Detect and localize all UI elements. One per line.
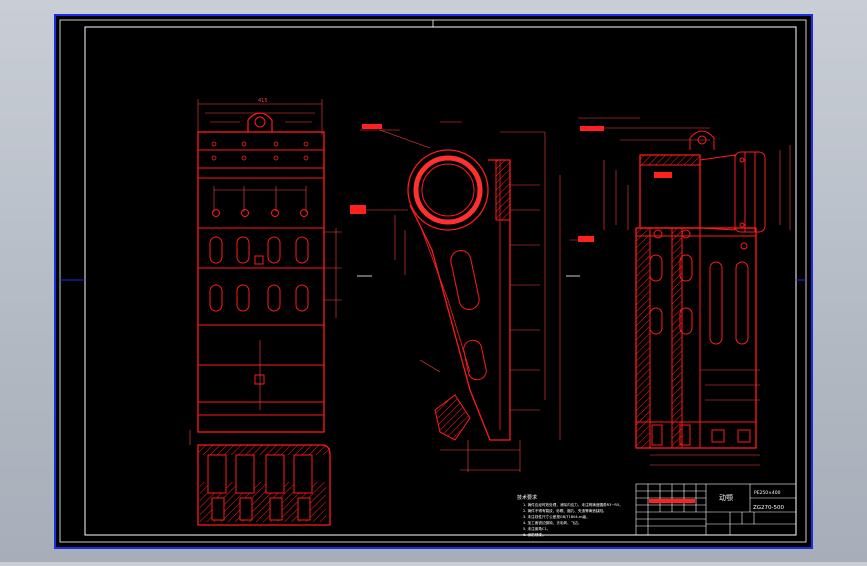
svg-text:415: 415 [258,98,268,104]
code-label: PE250×400 [754,490,781,496]
cad-viewport[interactable]: 415 技术要求 1. 铸件应经时效处理，消除内应力，未注明铸造圆角R3~R5。… [0,0,867,562]
note-line-2: 2. 铸件不得有裂纹、砂眼、缩孔、夹渣等铸造缺陷。 [523,508,607,513]
drawing-sheet [54,14,813,549]
notes-title: 技术要求 [517,494,537,501]
note-line-6: 6. 涂防锈漆。 [523,532,546,537]
note-line-1: 1. 铸件应经时效处理，消除内应力，未注明铸造圆角R3~R5。 [523,502,623,507]
part-name: 动颚 [719,493,733,502]
note-line-5: 5. 未注倒角C1。 [523,526,550,531]
note-line-4: 4. 加工面锐边倒钝，去毛刺、飞边。 [523,520,581,525]
drawing-canvas[interactable]: 415 技术要求 1. 铸件应经时效处理，消除内应力，未注明铸造圆角R3~R5。… [0,0,867,562]
note-line-3: 3. 未注线性尺寸公差按GB/T1804-m级。 [523,514,590,519]
drawing-number: ZG270-500 [753,505,785,511]
